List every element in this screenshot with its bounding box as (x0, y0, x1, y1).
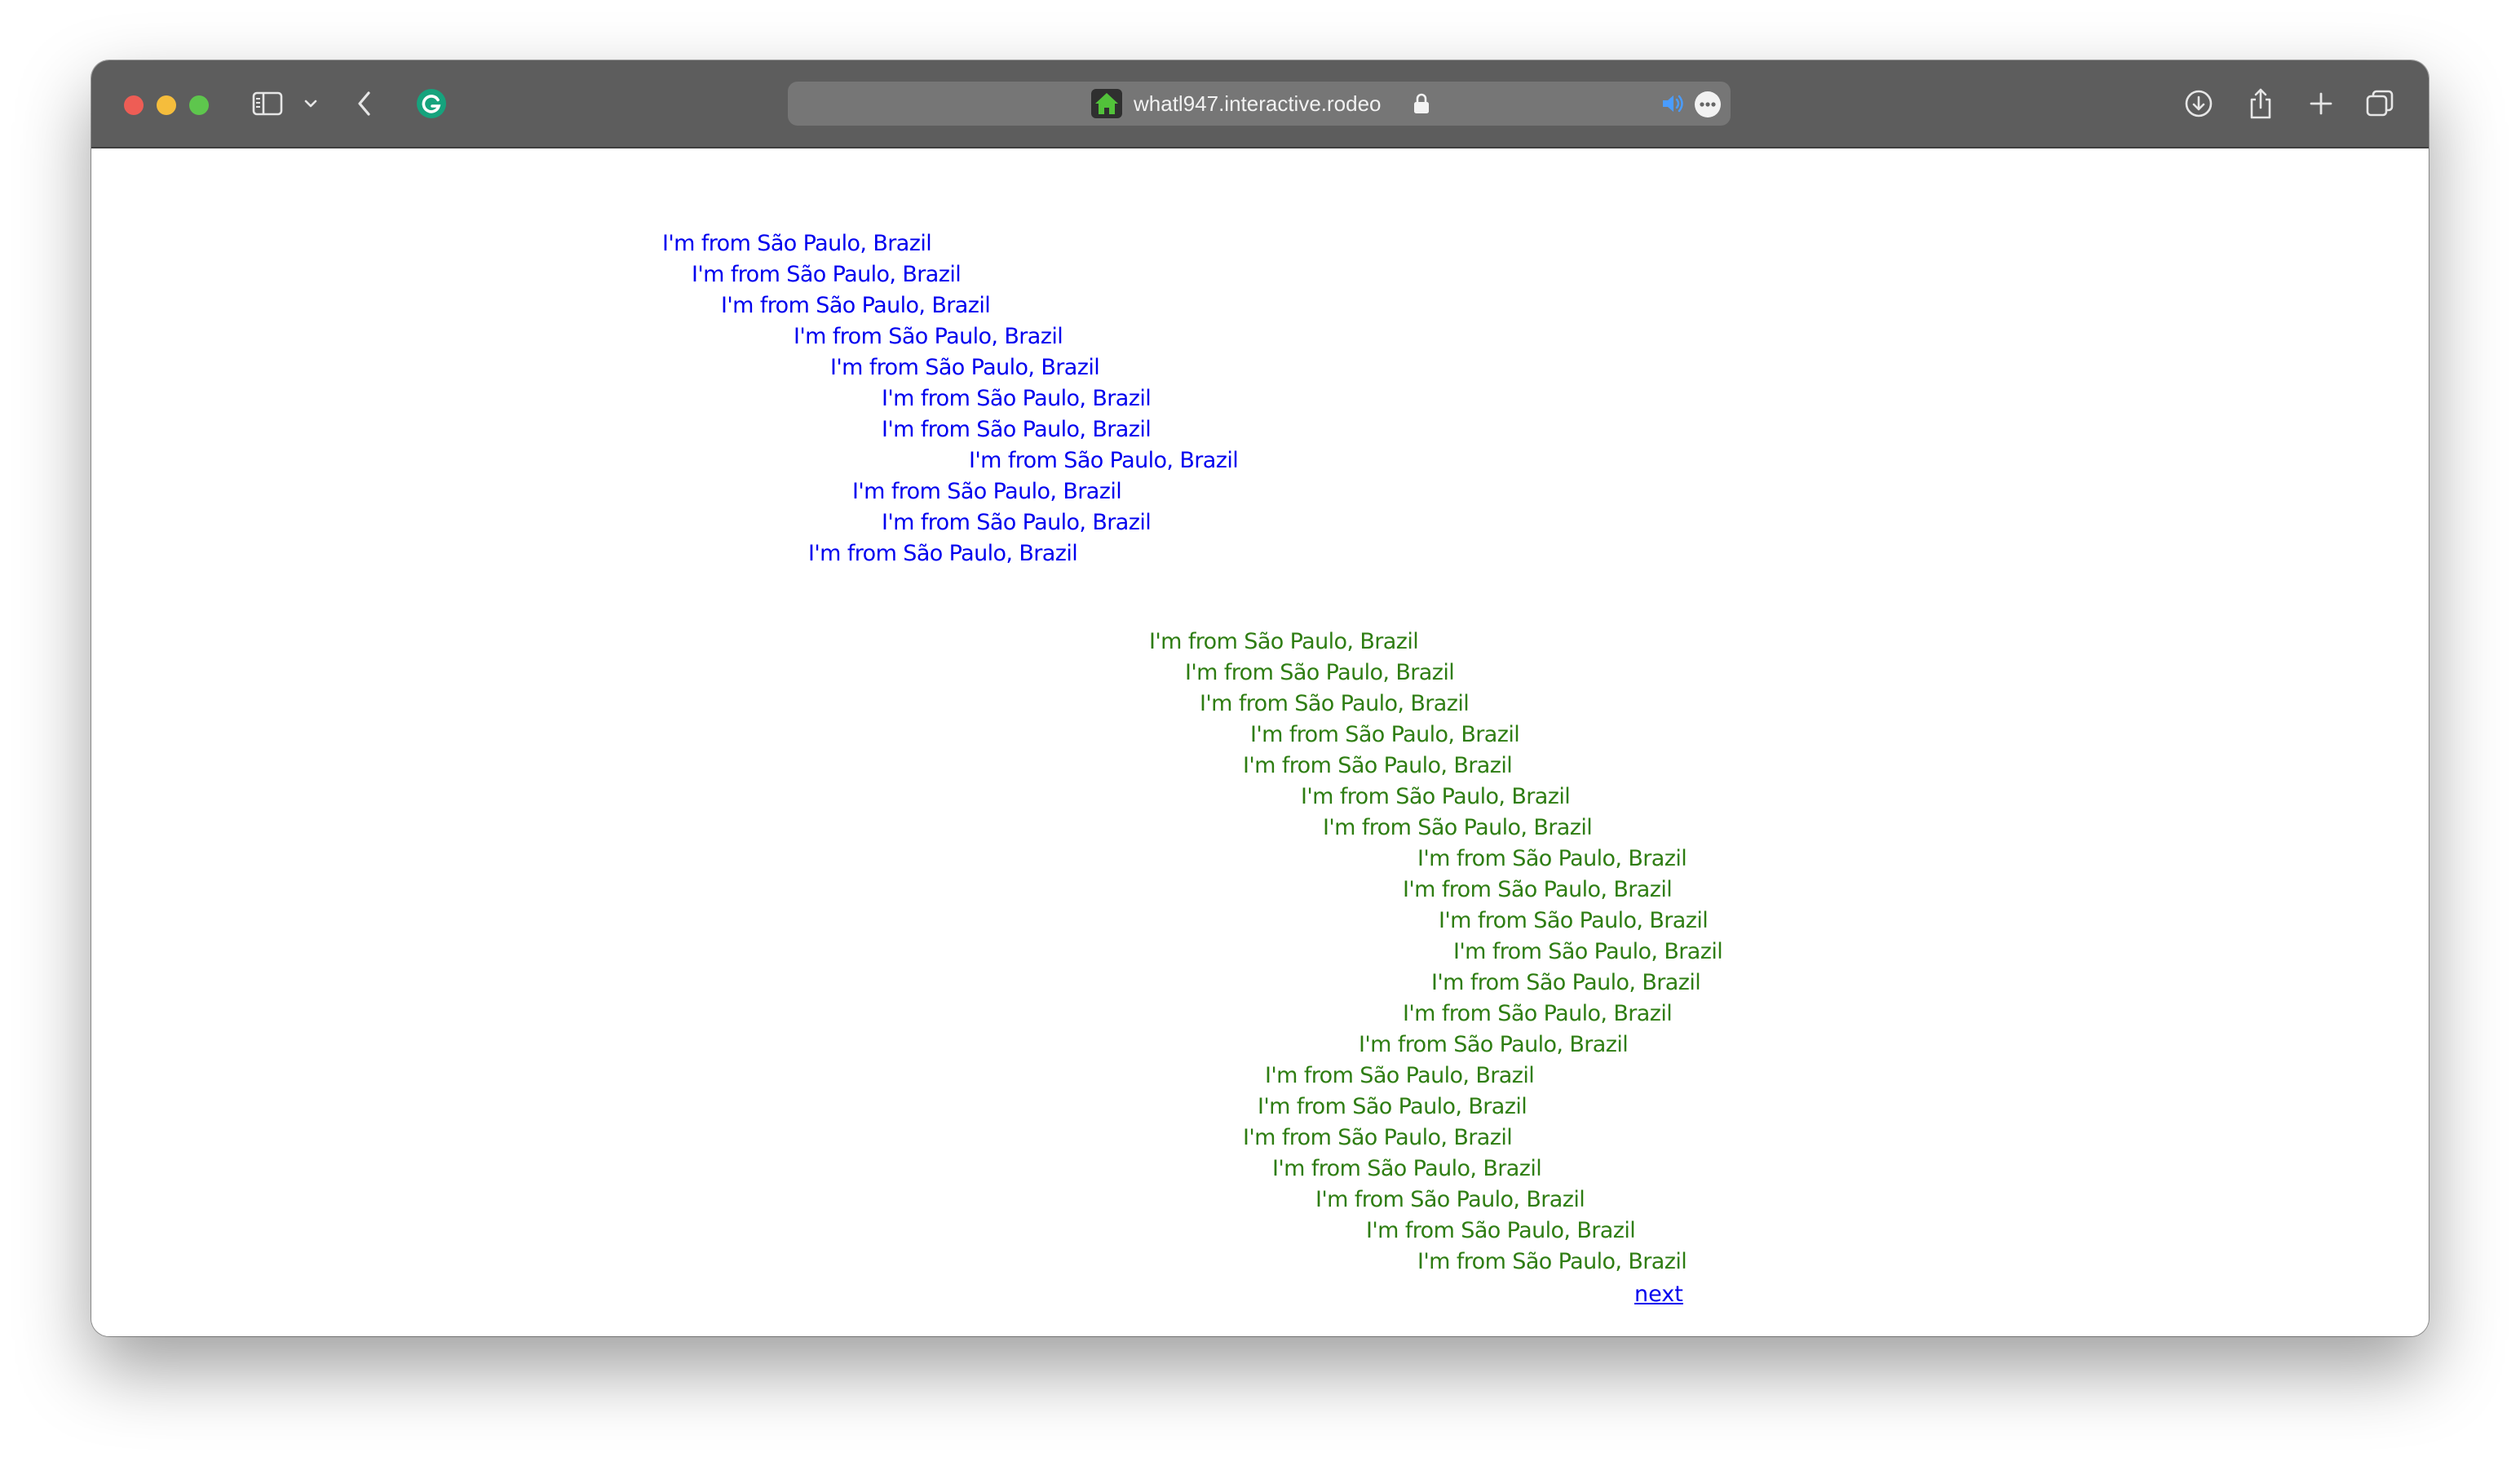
green-line: I'm from São Paulo, Brazil (1431, 970, 1701, 995)
close-window-button[interactable] (124, 95, 144, 115)
green-line: I'm from São Paulo, Brazil (1417, 846, 1687, 871)
blue-line: I'm from São Paulo, Brazil (882, 417, 1152, 442)
chevron-down-icon[interactable] (300, 60, 321, 147)
address-bar[interactable]: whatl947.interactive.rodeo (788, 82, 1731, 126)
blue-line: I'm from São Paulo, Brazil (882, 386, 1152, 411)
green-line: I'm from São Paulo, Brazil (1243, 1125, 1513, 1150)
browser-toolbar: whatl947.interactive.rodeo (91, 60, 2429, 148)
green-line: I'm from São Paulo, Brazil (1403, 1001, 1673, 1026)
blue-line: I'm from São Paulo, Brazil (969, 448, 1239, 473)
blue-line: I'm from São Paulo, Brazil (662, 231, 932, 256)
blue-line: I'm from São Paulo, Brazil (852, 479, 1122, 504)
green-line: I'm from São Paulo, Brazil (1301, 784, 1571, 809)
home-icon (1091, 89, 1122, 122)
green-line: I'm from São Paulo, Brazil (1323, 815, 1593, 840)
green-line: I'm from São Paulo, Brazil (1403, 877, 1673, 902)
green-line: I'm from São Paulo, Brazil (1185, 660, 1455, 685)
minimize-window-button[interactable] (157, 95, 176, 115)
green-line: I'm from São Paulo, Brazil (1149, 629, 1419, 654)
green-line: I'm from São Paulo, Brazil (1250, 722, 1520, 747)
grammarly-icon[interactable] (413, 60, 449, 147)
blue-line: I'm from São Paulo, Brazil (721, 293, 991, 318)
tab-overview-icon[interactable] (2363, 60, 2396, 147)
page-content: I'm from São Paulo, Brazil I'm from São … (91, 148, 2429, 1336)
blue-line: I'm from São Paulo, Brazil (692, 262, 962, 287)
sidebar-icon[interactable] (250, 60, 285, 147)
green-line: I'm from São Paulo, Brazil (1315, 1187, 1585, 1212)
green-line: I'm from São Paulo, Brazil (1366, 1218, 1636, 1243)
ellipsis-icon[interactable] (1694, 91, 1722, 122)
green-line: I'm from São Paulo, Brazil (1359, 1032, 1629, 1057)
url-text: whatl947.interactive.rodeo (1134, 91, 1382, 116)
green-line: I'm from São Paulo, Brazil (1417, 1249, 1687, 1274)
green-line: I'm from São Paulo, Brazil (1243, 753, 1513, 778)
blue-line: I'm from São Paulo, Brazil (794, 324, 1063, 349)
browser-window: whatl947.interactive.rodeo I'm from São … (91, 60, 2429, 1336)
next-link[interactable]: next (1634, 1281, 1683, 1309)
download-icon[interactable] (2182, 60, 2215, 147)
back-arrow-icon[interactable] (352, 60, 377, 147)
plus-icon[interactable] (2305, 60, 2337, 147)
blue-line: I'm from São Paulo, Brazil (808, 541, 1078, 566)
speaker-icon[interactable] (1660, 92, 1685, 118)
green-line: I'm from São Paulo, Brazil (1258, 1094, 1527, 1119)
green-line: I'm from São Paulo, Brazil (1453, 939, 1723, 964)
lock-icon (1413, 92, 1430, 118)
blue-line: I'm from São Paulo, Brazil (882, 510, 1152, 535)
maximize-window-button[interactable] (189, 95, 209, 115)
green-line: I'm from São Paulo, Brazil (1200, 691, 1470, 716)
green-line: I'm from São Paulo, Brazil (1439, 908, 1709, 933)
green-line: I'm from São Paulo, Brazil (1265, 1063, 1535, 1088)
green-line: I'm from São Paulo, Brazil (1272, 1156, 1542, 1181)
share-icon[interactable] (2244, 60, 2277, 147)
blue-line: I'm from São Paulo, Brazil (830, 355, 1100, 380)
